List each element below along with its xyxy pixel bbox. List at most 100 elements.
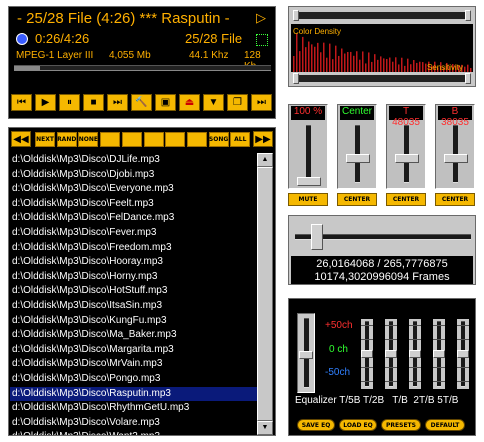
stop-button[interactable]: ■ bbox=[83, 94, 104, 111]
mute-button[interactable]: MUTE bbox=[288, 193, 328, 206]
playlist-item[interactable]: d:\Olddisk\Mp3\Disco\Volare.mp3 bbox=[10, 416, 257, 431]
load-eq-label: LOAD EQ bbox=[343, 421, 373, 429]
eq-band-thumb[interactable] bbox=[457, 350, 469, 358]
next-button[interactable]: ⏭ bbox=[107, 94, 128, 111]
position-thumb[interactable] bbox=[311, 224, 324, 250]
playlist-item[interactable]: d:\Olddisk\Mp3\Disco\DJLife.mp3 bbox=[10, 153, 257, 168]
preamp-slider[interactable] bbox=[297, 313, 315, 393]
playlist-item[interactable]: d:\Olddisk\Mp3\Disco\Horny.mp3 bbox=[10, 270, 257, 285]
add-file-button[interactable] bbox=[100, 132, 121, 147]
playlist-next-button[interactable]: ▶▶ bbox=[253, 131, 273, 147]
playlist-item[interactable]: d:\Olddisk\Mp3\Disco\Everyone.mp3 bbox=[10, 182, 257, 197]
playlist-item[interactable]: d:\Olddisk\Mp3\Disco\Djobi.mp3 bbox=[10, 168, 257, 183]
playlist-item[interactable]: d:\Olddisk\Mp3\Disco\Freedom.mp3 bbox=[10, 241, 257, 256]
spectrum-bar bbox=[329, 43, 331, 72]
spectrum-bar bbox=[377, 59, 379, 72]
playlist-item[interactable]: d:\Olddisk\Mp3\Disco\Rasputin.mp3 bbox=[10, 386, 257, 402]
player-panel: - 25/28 File (4:26) *** Rasputin - ▷ 0:2… bbox=[8, 6, 276, 119]
spectrum-bottom-slider[interactable] bbox=[293, 73, 471, 84]
playlist-item[interactable]: d:\Olddisk\Mp3\Disco\Ma_Baker.mp3 bbox=[10, 328, 257, 343]
playlist-item[interactable]: d:\Olddisk\Mp3\Disco\Margarita.mp3 bbox=[10, 343, 257, 358]
balance-thumb[interactable] bbox=[346, 154, 370, 163]
song-mode-button[interactable]: SONG bbox=[208, 132, 229, 147]
playlist-scrollbar[interactable]: ▲ ▼ bbox=[257, 153, 273, 435]
add-dir-button[interactable] bbox=[143, 132, 164, 147]
all-mode-button[interactable]: ALL bbox=[230, 132, 251, 147]
sensitivity-label: Sensitivity bbox=[427, 63, 464, 72]
treble-thumb[interactable] bbox=[395, 154, 419, 163]
playlist-item[interactable]: d:\Olddisk\Mp3\Disco\RhythmGetU.mp3 bbox=[10, 401, 257, 416]
playlist-grid-icon[interactable] bbox=[256, 34, 268, 46]
volume-label: 100 % bbox=[291, 106, 325, 120]
load-eq-button[interactable]: LOAD EQ bbox=[339, 419, 377, 431]
presets-button[interactable]: PRESETS bbox=[381, 419, 421, 431]
treble-fader[interactable]: T 48035 bbox=[386, 104, 426, 189]
treble-center-button[interactable]: CENTER bbox=[386, 193, 426, 206]
spectrum-bar bbox=[359, 59, 361, 72]
tools-button[interactable]: 🔨 bbox=[131, 94, 152, 111]
bass-thumb[interactable] bbox=[444, 154, 468, 163]
eq-band-thumb[interactable] bbox=[409, 350, 421, 358]
eq-band-thumb[interactable] bbox=[433, 350, 445, 358]
none-mode-button[interactable]: NONE bbox=[78, 132, 99, 147]
spectrum-top-slider[interactable] bbox=[293, 10, 471, 21]
preamp-thumb[interactable] bbox=[299, 351, 313, 359]
time-display: 0:26/4:26 bbox=[35, 31, 90, 46]
eq-bottom-labels: Equalizer T/5B T/2B T/B 2T/B 5T/B bbox=[295, 395, 459, 406]
playlist-item[interactable]: d:\Olddisk\Mp3\Disco\Feelt.mp3 bbox=[10, 197, 257, 212]
playlist-prev-button[interactable]: ◀◀ bbox=[11, 131, 31, 147]
remove-file-button[interactable] bbox=[121, 132, 142, 147]
playlist-item[interactable]: d:\Olddisk\Mp3\Disco\ItsaSin.mp3 bbox=[10, 299, 257, 314]
color-density-label: Color Density bbox=[293, 27, 342, 36]
window-button[interactable]: ❐ bbox=[227, 94, 248, 111]
eq-band-slider[interactable] bbox=[409, 319, 421, 389]
rand-mode-button[interactable]: RAND bbox=[56, 132, 77, 147]
move-button[interactable] bbox=[186, 132, 207, 147]
playlist-item[interactable]: d:\Olddisk\Mp3\Disco\HotStuff.mp3 bbox=[10, 284, 257, 299]
eq-band-slider[interactable] bbox=[433, 319, 445, 389]
bass-center-button[interactable]: CENTER bbox=[435, 193, 475, 206]
balance-fader[interactable]: Center bbox=[337, 104, 377, 189]
scroll-down-button[interactable]: ▼ bbox=[257, 421, 273, 435]
eq-band-slider[interactable] bbox=[457, 319, 469, 389]
volume-thumb[interactable] bbox=[297, 177, 321, 187]
save-eq-button[interactable]: SAVE EQ bbox=[297, 419, 335, 431]
spectrum-bar bbox=[401, 57, 403, 72]
eq-band-slider[interactable] bbox=[361, 319, 373, 389]
playlist-panel: ◀◀ NEXT RAND NONE SONG ALL ▶▶ d:\Olddisk\Mp3… bbox=[8, 127, 276, 436]
bass-label: B 38035 bbox=[438, 106, 472, 128]
playlist-item[interactable]: d:\Olddisk\Mp3\Disco\Fever.mp3 bbox=[10, 226, 257, 241]
scroll-up-button[interactable]: ▲ bbox=[257, 153, 273, 167]
eq-band-thumb[interactable] bbox=[361, 350, 373, 358]
eject-button[interactable]: ⏏ bbox=[179, 94, 200, 111]
spectrum-bar bbox=[383, 58, 385, 72]
presets-label: PRESETS bbox=[386, 421, 416, 429]
screen-button[interactable]: ▣ bbox=[155, 94, 176, 111]
scroll-thumb[interactable] bbox=[257, 167, 273, 421]
play-button[interactable]: ▶ bbox=[35, 94, 56, 111]
position-slider[interactable] bbox=[295, 224, 471, 252]
spectrum-bar bbox=[308, 41, 310, 72]
playlist-item[interactable]: d:\Olddisk\Mp3\Disco\MrVain.mp3 bbox=[10, 357, 257, 372]
prev-button[interactable]: ⏮ bbox=[11, 94, 32, 111]
volume-fader[interactable]: 100 % bbox=[288, 104, 328, 189]
end-button[interactable]: ⏭ bbox=[251, 94, 272, 111]
playlist-item[interactable]: d:\Olddisk\Mp3\Disco\FelDance.mp3 bbox=[10, 211, 257, 226]
playlist-item[interactable]: d:\Olddisk\Mp3\Disco\Pongo.mp3 bbox=[10, 372, 257, 387]
default-button[interactable]: DEFAULT bbox=[425, 419, 465, 431]
eq-band-thumb[interactable] bbox=[385, 350, 397, 358]
balance-center-button[interactable]: CENTER bbox=[337, 193, 377, 206]
track-title: - 25/28 File (4:26) *** Rasputin - bbox=[17, 10, 230, 27]
playlist-item[interactable]: d:\Olddisk\Mp3\Disco\KungFu.mp3 bbox=[10, 314, 257, 329]
spectrum-bar bbox=[293, 56, 295, 72]
playlist-item[interactable]: d:\Olddisk\Mp3\Disco\Want2.mp3 bbox=[10, 430, 257, 435]
add-url-button[interactable] bbox=[165, 132, 186, 147]
seek-bar[interactable] bbox=[14, 65, 271, 71]
eq-band-slider[interactable] bbox=[385, 319, 397, 389]
pause-button[interactable]: ⏸ bbox=[59, 94, 80, 111]
bass-fader[interactable]: B 38035 bbox=[435, 104, 475, 189]
playlist-item[interactable]: d:\Olddisk\Mp3\Disco\Hooray.mp3 bbox=[10, 255, 257, 270]
down-button[interactable]: ▼ bbox=[203, 94, 224, 111]
next-mode-button[interactable]: NEXT bbox=[35, 132, 55, 147]
play-indicator-icon: ▷ bbox=[256, 10, 266, 25]
